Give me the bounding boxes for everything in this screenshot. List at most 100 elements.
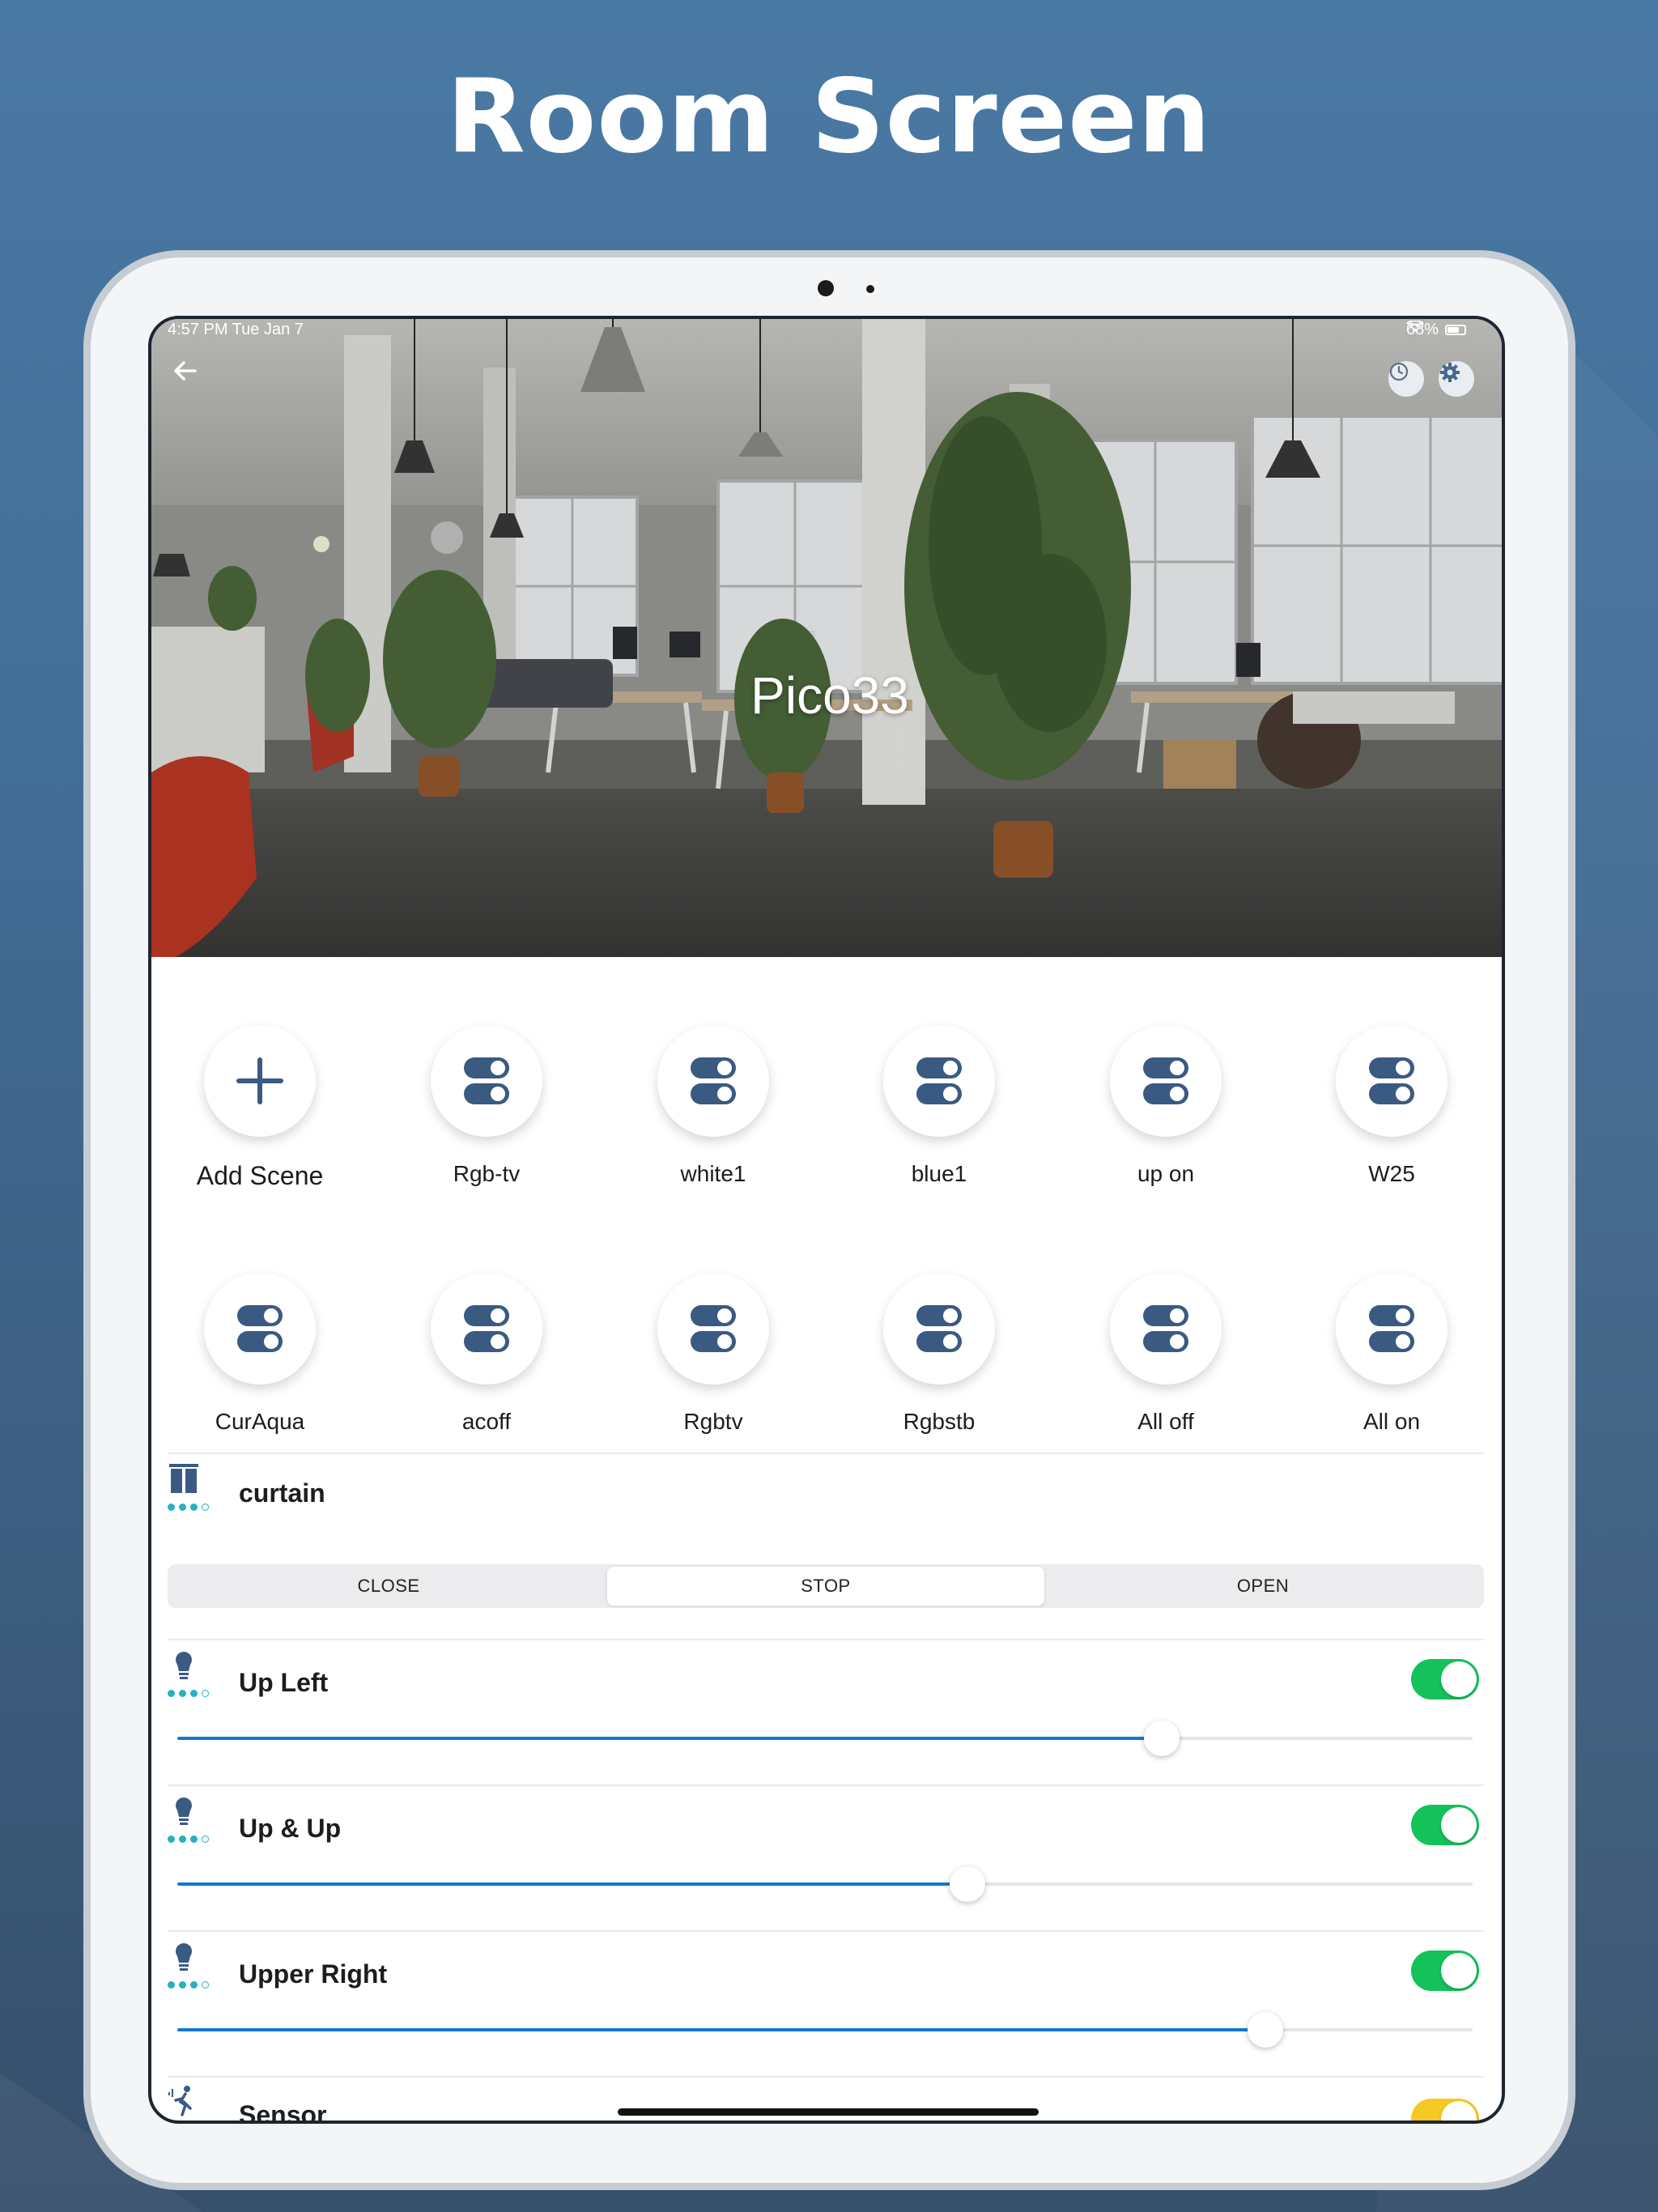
section-divider [168, 1930, 1484, 1932]
toggle-scene-icon [464, 1305, 509, 1352]
scene-circle [1110, 1273, 1222, 1385]
scene-circle [1336, 1273, 1448, 1385]
section-divider [168, 1784, 1484, 1786]
section-divider [168, 2076, 1484, 2078]
scene-button-curaqua[interactable]: CurAqua [179, 1273, 341, 1435]
scene-circle [883, 1025, 995, 1137]
scene-label: blue1 [911, 1161, 967, 1186]
scene-label: CurAqua [215, 1409, 305, 1434]
toggle-scene-icon [916, 1305, 962, 1352]
history-button[interactable] [1388, 361, 1424, 397]
signal-dots [168, 1690, 216, 1697]
device-icon [168, 1940, 216, 1989]
signal-dots [168, 1981, 216, 1989]
scenes-grid: Add Scene Rgb-tv white1 blue1 up on W25 … [151, 957, 1502, 1459]
scene-circle [657, 1273, 769, 1385]
curtain-name: curtain [239, 1478, 325, 1508]
settings-button[interactable] [1439, 361, 1474, 397]
status-time: 4:57 PM Tue Jan 7 [168, 321, 304, 338]
section-divider [168, 1453, 1484, 1454]
sensor-dot [866, 285, 874, 293]
clock-icon [1389, 362, 1409, 381]
scene-label: W25 [1368, 1161, 1415, 1186]
scene-circle [657, 1025, 769, 1137]
battery-icon [1445, 325, 1466, 335]
app-screen: 4:57 PM Tue Jan 7 68% Pico33 Add Scene R… [148, 316, 1505, 2124]
scene-circle [431, 1273, 542, 1385]
curtain-icon [169, 1464, 198, 1493]
scene-button-blue1[interactable]: blue1 [858, 1025, 1020, 1187]
device-power-toggle[interactable] [1411, 1950, 1479, 1991]
room-title: Pico33 [750, 666, 909, 725]
arrow-left-icon [174, 361, 197, 381]
device-name: Up & Up [239, 1814, 342, 1843]
promo-title: Room Screen [446, 57, 1212, 176]
scene-button-white1[interactable]: white1 [632, 1025, 794, 1187]
scene-button-acoff[interactable]: acoff [406, 1273, 568, 1435]
scene-label: Rgb-tv [453, 1161, 521, 1186]
device-name: Up Left [239, 1668, 329, 1697]
toggle-scene-icon [1143, 1057, 1188, 1104]
scene-label: acoff [461, 1409, 512, 1434]
device-icon [168, 1794, 216, 1843]
scene-button-w25[interactable]: W25 [1311, 1025, 1473, 1187]
scene-button-up-on[interactable]: up on [1085, 1025, 1247, 1187]
signal-dots [168, 1836, 216, 1843]
device-power-toggle[interactable] [1411, 1805, 1479, 1845]
curtain-open-button[interactable]: OPEN [1044, 1567, 1482, 1606]
scene-circle [1336, 1025, 1448, 1137]
curtain-control: CLOSE STOP OPEN [168, 1564, 1484, 1608]
plus-icon [236, 1057, 283, 1104]
toggle-scene-icon [1369, 1057, 1414, 1104]
slider-thumb[interactable] [1144, 1721, 1180, 1756]
toggle-scene-icon [916, 1057, 962, 1104]
device-icon [168, 1648, 216, 1697]
status-indicators: 68% [1406, 321, 1466, 339]
scene-button-all-on[interactable]: All on [1311, 1273, 1473, 1435]
scene-label: Add Scene [196, 1161, 324, 1190]
signal-dots [168, 1504, 216, 1511]
device-icon [168, 2084, 216, 2121]
motion-sensor-icon [168, 2086, 192, 2116]
toggle-scene-icon [1143, 1305, 1188, 1352]
scene-button-rgbtv[interactable]: Rgbtv [632, 1273, 794, 1435]
camera-dot [818, 280, 834, 296]
brightness-slider[interactable] [177, 1866, 1473, 1902]
scene-circle [1110, 1025, 1222, 1137]
add-scene-button[interactable]: Add Scene [179, 1025, 341, 1191]
scene-button-rgb-tv[interactable]: Rgb-tv [406, 1025, 568, 1187]
wifi-icon [1406, 321, 1424, 332]
bulb-icon [176, 1943, 192, 1971]
toggle-scene-icon [1369, 1305, 1414, 1352]
brightness-slider[interactable] [177, 1721, 1473, 1756]
scene-label: white1 [680, 1161, 746, 1186]
scene-label: Rgbtv [683, 1409, 743, 1434]
device-name: Sensor [239, 2100, 327, 2124]
scene-circle [431, 1025, 542, 1137]
office-photo [151, 319, 1502, 957]
scene-circle [204, 1025, 316, 1137]
curtain-stop-button[interactable]: STOP [607, 1567, 1044, 1606]
scene-button-all-off[interactable]: All off [1085, 1273, 1247, 1435]
toggle-scene-icon [237, 1305, 283, 1352]
gear-icon [1440, 363, 1460, 382]
scene-label: All off [1137, 1409, 1194, 1434]
scene-button-rgbstb[interactable]: Rgbstb [858, 1273, 1020, 1435]
scene-label: up on [1137, 1161, 1195, 1186]
curtain-device-icon [168, 1462, 216, 1511]
scene-label: All on [1363, 1409, 1421, 1434]
toggle-scene-icon [691, 1305, 736, 1352]
toggle-scene-icon [464, 1057, 509, 1104]
slider-thumb[interactable] [950, 1866, 985, 1902]
toggle-scene-icon [691, 1057, 736, 1104]
device-power-toggle[interactable] [1411, 2099, 1479, 2121]
home-indicator [618, 2108, 1039, 2116]
bulb-icon [176, 1652, 192, 1679]
scene-label: Rgbstb [903, 1409, 976, 1434]
device-power-toggle[interactable] [1411, 1659, 1479, 1699]
scene-circle [883, 1273, 995, 1385]
back-button[interactable] [171, 356, 215, 400]
slider-thumb[interactable] [1248, 2012, 1283, 2048]
curtain-close-button[interactable]: CLOSE [170, 1567, 607, 1606]
brightness-slider[interactable] [177, 2012, 1473, 2048]
